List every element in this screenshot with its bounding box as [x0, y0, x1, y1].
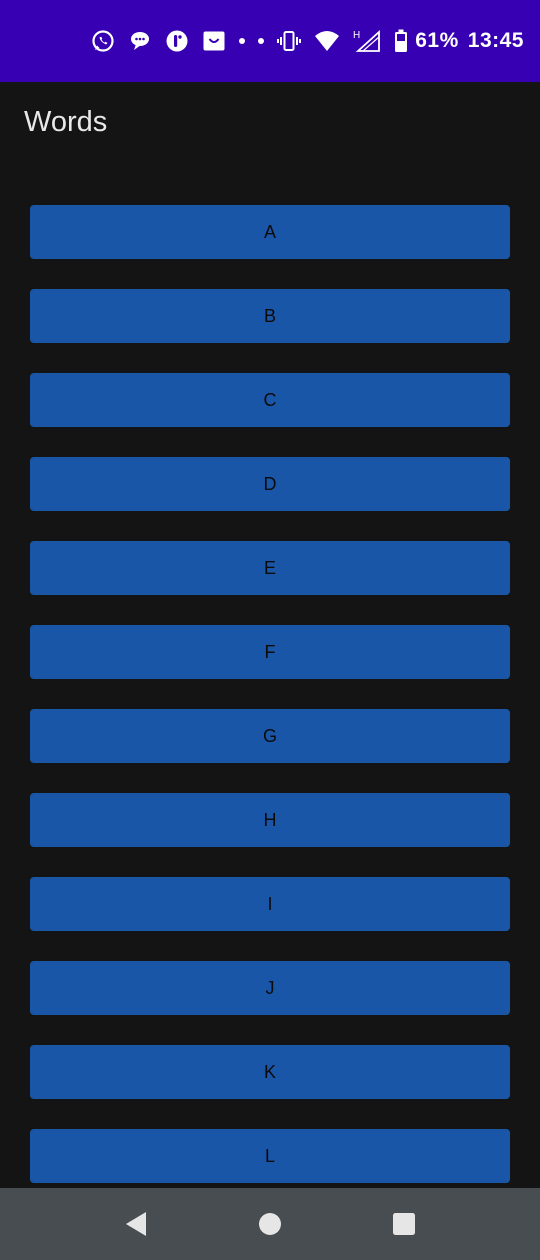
word-button-b[interactable]: B: [30, 289, 510, 343]
whatsapp-icon: [91, 29, 115, 53]
status-bar: H 61% 13:45: [0, 0, 540, 82]
back-icon[interactable]: [119, 1207, 153, 1241]
home-icon[interactable]: [253, 1207, 287, 1241]
page-title: Words: [24, 106, 108, 138]
word-button-h[interactable]: H: [30, 793, 510, 847]
word-button-e[interactable]: E: [30, 541, 510, 595]
word-button-a[interactable]: A: [30, 205, 510, 259]
word-button-g[interactable]: G: [30, 709, 510, 763]
word-button-k[interactable]: K: [30, 1045, 510, 1099]
word-button-f[interactable]: F: [30, 625, 510, 679]
clock: 13:45: [467, 29, 524, 52]
battery-percent: 61%: [415, 29, 459, 52]
word-button-i[interactable]: I: [30, 877, 510, 931]
word-button-d[interactable]: D: [30, 457, 510, 511]
word-list: ABCDEFGHIJKL: [30, 205, 510, 1183]
dot-icon: [239, 38, 246, 44]
recents-icon[interactable]: [387, 1207, 421, 1241]
vibrate-icon: [277, 29, 302, 53]
word-button-c[interactable]: C: [30, 373, 510, 427]
chat-bubble-icon: [128, 29, 152, 53]
app-icon: [165, 29, 189, 53]
battery-icon: [394, 29, 408, 53]
word-button-j[interactable]: J: [30, 961, 510, 1015]
navigation-bar: [0, 1188, 540, 1260]
signal-h-icon: H: [353, 29, 381, 53]
wifi-icon: [314, 29, 340, 53]
shopping-bag-icon: [202, 29, 226, 53]
dot-icon: [258, 38, 265, 44]
svg-text:H: H: [353, 30, 360, 41]
word-button-l[interactable]: L: [30, 1129, 510, 1183]
